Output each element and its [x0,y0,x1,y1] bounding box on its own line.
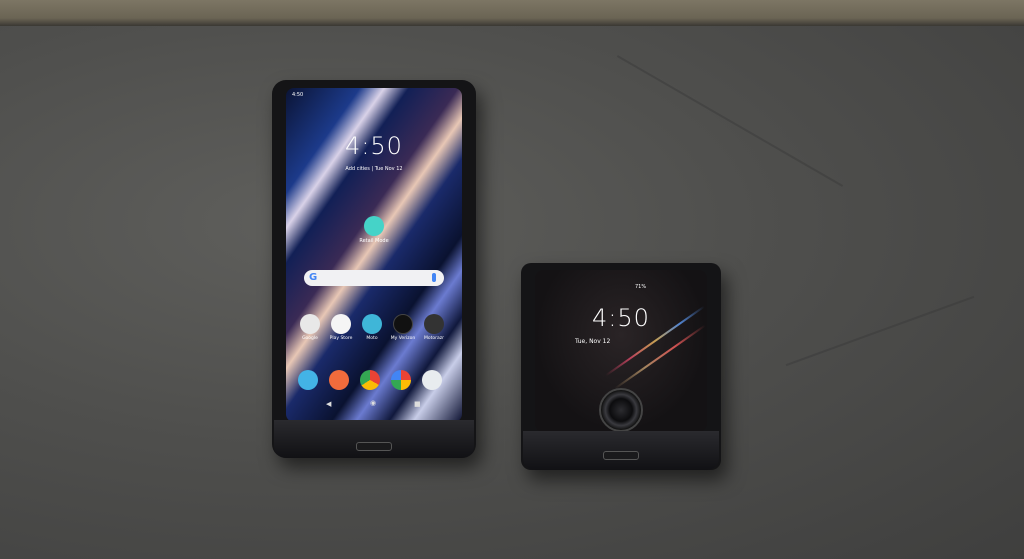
recents-button[interactable]: ■ [414,400,421,408]
large-phone: 4:50 4:50 Add cities | Tue Nov 12 Retail… [272,80,476,458]
status-time: 4:50 [292,92,304,98]
app-label: Motorazr [424,336,444,341]
app-label: My Verizon [390,336,416,341]
google-search-bar[interactable]: G [304,270,444,286]
phone-chin [274,420,474,458]
quick-view-display: 71% 4:50 Tue, Nov 12 [535,270,707,432]
app-label: Google [302,336,318,341]
app-label: Moto [366,336,378,341]
battery-status: 71% [635,284,647,290]
camera-icon[interactable] [422,370,442,390]
chrome-icon[interactable] [360,370,380,390]
clock: 4:50 [592,304,650,332]
app-icon-moto[interactable] [362,314,382,334]
large-phone-screen: 4:50 4:50 Add cities | Tue Nov 12 Retail… [286,88,462,422]
home-button[interactable]: ◉ [370,399,376,407]
app-icon-my-verizon[interactable] [393,314,413,334]
surface-crack [785,295,975,367]
mic-icon[interactable] [432,273,436,282]
camera-lens [599,388,643,432]
clock-subtitle[interactable]: Add cities | Tue Nov 12 [286,166,462,172]
app-icon-motorazr[interactable] [424,314,444,334]
google-logo: G [309,272,318,283]
retail-mode-icon[interactable] [364,216,384,236]
retail-mode-label: Retail Mode [359,238,389,244]
phone-icon[interactable] [298,370,318,390]
surface-crack [616,55,844,187]
fingerprint-sensor[interactable] [603,451,639,460]
photos-icon[interactable] [391,370,411,390]
app-label: Play Store [329,336,353,341]
clock: 4:50 [345,132,403,160]
back-button[interactable]: ◀ [326,400,331,408]
messages-icon[interactable] [329,370,349,390]
date: Tue, Nov 12 [575,338,611,345]
fingerprint-sensor[interactable] [356,442,392,451]
phone-chin [523,431,719,470]
folded-phone: 71% 4:50 Tue, Nov 12 [521,263,721,470]
concrete-edge [0,0,1024,26]
app-icon-google[interactable] [300,314,320,334]
app-icon-play-store[interactable] [331,314,351,334]
